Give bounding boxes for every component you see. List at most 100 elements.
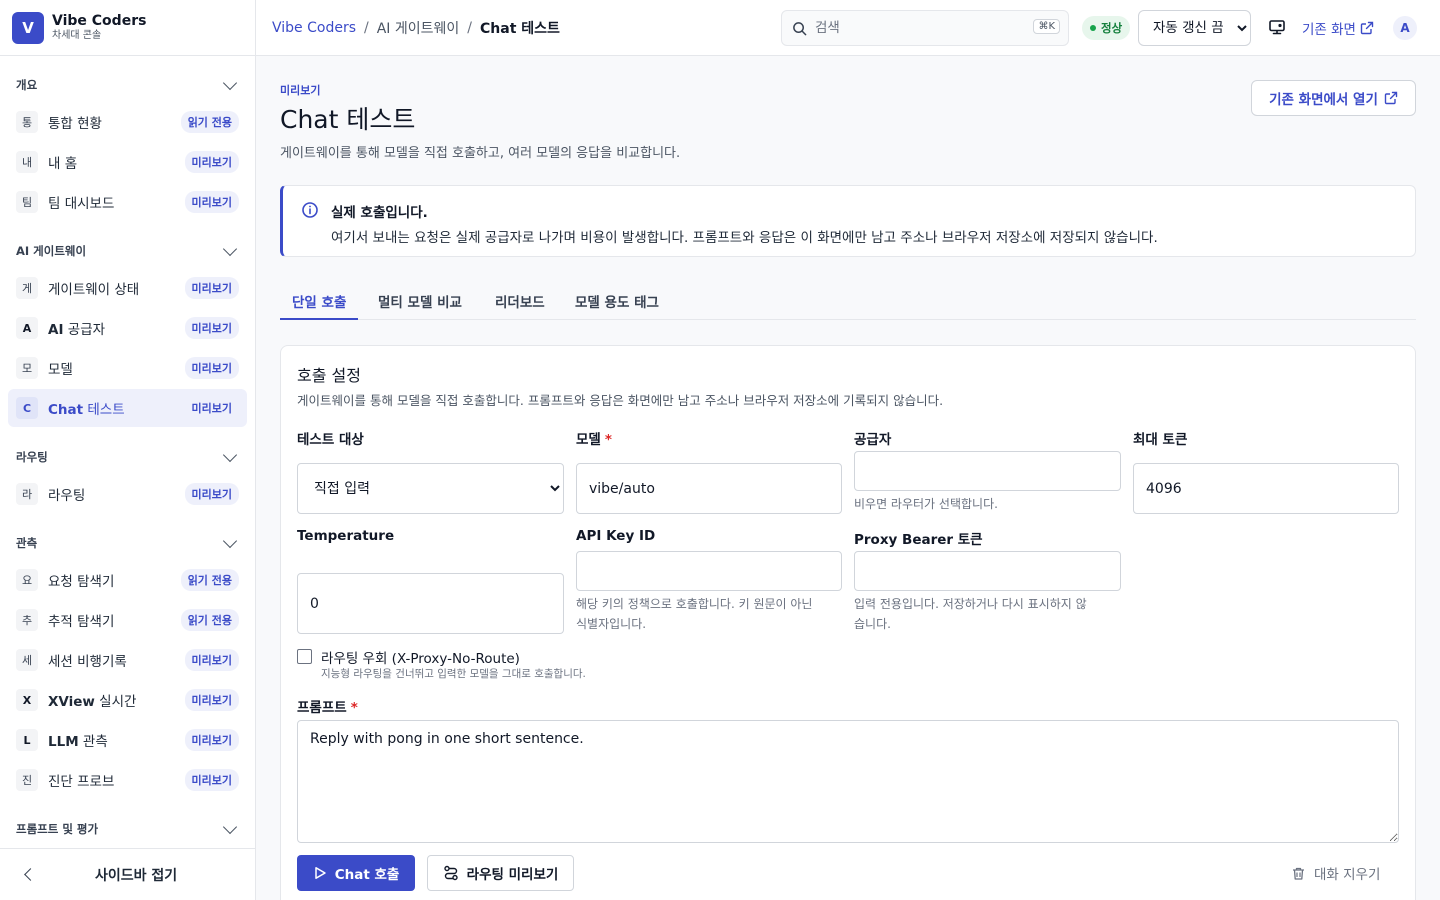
brand-name: Vibe Coders	[52, 13, 147, 29]
status-dot-icon	[1090, 25, 1096, 31]
breadcrumb-link-home[interactable]: Vibe Coders	[272, 20, 356, 36]
brand-subtitle: 차세대 콘솔	[52, 30, 102, 41]
sidebar-item-label: LLM 관측	[48, 734, 108, 750]
routing-preview-label: 라우팅 미리보기	[466, 867, 559, 883]
routing-preview-button[interactable]: 라우팅 미리보기	[427, 855, 574, 891]
auto-refresh-select[interactable]: 자동 갱신 끔	[1138, 10, 1251, 46]
sidebar-item-label: Chat 테스트	[48, 402, 125, 418]
sidebar-item-gateway-status[interactable]: 게 게이트웨이 상태 미리보기	[8, 269, 247, 307]
section-observability[interactable]: 관측	[8, 523, 247, 563]
play-icon	[314, 867, 326, 879]
collapse-sidebar-button[interactable]: 사이드바 접기	[0, 848, 255, 900]
section-title: 관측	[16, 536, 38, 550]
info-icon	[302, 202, 318, 218]
sidebar-item-models[interactable]: 모 모델 미리보기	[8, 349, 247, 387]
section-overview[interactable]: 개요	[8, 65, 247, 105]
search-box[interactable]: ⌘K	[781, 10, 1069, 46]
nav-letter-icon: 게	[16, 277, 38, 299]
clear-conversation-button[interactable]: 대화 지우기	[1291, 863, 1380, 883]
panel-title: 호출 설정	[297, 366, 361, 385]
status-text: 정상	[1101, 21, 1123, 35]
model-input[interactable]	[576, 463, 842, 514]
sidebar-item-overview[interactable]: 통 통합 현황 읽기 전용	[8, 103, 247, 141]
status-badge: 미리보기	[184, 151, 239, 173]
routing-bypass-label[interactable]: 라우팅 우회 (X-Proxy-No-Route)	[321, 647, 520, 667]
panel-description: 게이트웨이를 통해 모델을 직접 호출합니다. 프롬프트와 응답은 화면에만 남…	[297, 393, 944, 408]
sidebar-item-label: 진단 프로브	[48, 774, 115, 790]
nav-letter-icon: 세	[16, 649, 38, 671]
nav-letter-icon: 모	[16, 357, 38, 379]
sidebar-nav: 개요 통 통합 현황 읽기 전용 내 내 홈 미리보기 팀 팀 대시보드 미리보…	[0, 56, 255, 848]
tab-leaderboard[interactable]: 리더보드	[483, 284, 557, 320]
status-badge: 정상	[1082, 16, 1131, 40]
section-gateway[interactable]: AI 게이트웨이	[8, 231, 247, 271]
sidebar-item-xview-live[interactable]: X XView 실시간 미리보기	[8, 681, 247, 719]
external-link-icon	[1384, 91, 1398, 105]
prompt-label: 프롬프트 *	[297, 700, 358, 716]
chat-call-button[interactable]: Chat 호출	[297, 855, 415, 891]
tab-model-usage-tags[interactable]: 모델 용도 태그	[563, 284, 671, 320]
sidebar-item-llm-observability[interactable]: L LLM 관측 미리보기	[8, 721, 247, 759]
status-badge: 읽기 전용	[180, 569, 239, 591]
status-badge: 미리보기	[184, 689, 239, 711]
section-prompts[interactable]: 프롬프트 및 평가	[8, 809, 247, 848]
routing-bypass-checkbox[interactable]	[297, 649, 312, 664]
nav-letter-icon: 통	[16, 111, 38, 133]
search-input[interactable]	[815, 20, 1025, 36]
legacy-view-link[interactable]: 기존 화면	[1302, 18, 1374, 38]
nav-letter-icon: 추	[16, 609, 38, 631]
sidebar-item-diagnostic-probe[interactable]: 진 진단 프로브 미리보기	[8, 761, 247, 799]
max-tokens-input[interactable]	[1133, 463, 1399, 514]
brand[interactable]: V Vibe Coders 차세대 콘솔	[0, 0, 255, 56]
sidebar-item-trace-explorer[interactable]: 추 추적 탐색기 읽기 전용	[8, 601, 247, 639]
tab-single-call[interactable]: 단일 호출	[280, 284, 359, 320]
section-title: 개요	[16, 78, 38, 92]
model-label: 모델 *	[576, 432, 612, 448]
warning-alert: 실제 호출입니다. 여기서 보내는 요청은 실제 공급자로 나가며 비용이 발생…	[280, 185, 1416, 257]
api-key-label: API Key ID	[576, 528, 656, 544]
chevron-down-icon	[222, 533, 238, 549]
sidebar-item-session-recorder[interactable]: 세 세션 비행기록 미리보기	[8, 641, 247, 679]
status-badge: 미리보기	[184, 191, 239, 213]
chevron-down-icon	[222, 819, 238, 835]
nav-letter-icon: 라	[16, 483, 38, 505]
status-badge: 미리보기	[184, 483, 239, 505]
tab-multi-model-compare[interactable]: 멀티 모델 비교	[366, 284, 474, 320]
sidebar-item-request-explorer[interactable]: 요 요청 탐색기 읽기 전용	[8, 561, 247, 599]
alert-body: 여기서 보내는 요청은 실제 공급자로 나가며 비용이 발생합니다. 프롬프트와…	[331, 230, 1158, 246]
chevron-down-icon	[222, 241, 238, 257]
temperature-input[interactable]	[297, 573, 564, 634]
sidebar-item-label: 게이트웨이 상태	[48, 282, 140, 298]
prompt-textarea[interactable]: Reply with pong in one short sentence.	[297, 720, 1399, 843]
sidebar-item-label: XView 실시간	[48, 694, 137, 710]
theme-monitor-button[interactable]	[1266, 16, 1288, 38]
status-badge: 읽기 전용	[180, 609, 239, 631]
breadcrumb-link-gateway[interactable]: AI 게이트웨이	[377, 18, 460, 38]
sidebar-item-ai-providers[interactable]: A AI 공급자 미리보기	[8, 309, 247, 347]
avatar[interactable]: A	[1393, 16, 1417, 40]
sidebar-item-routing[interactable]: 라 라우팅 미리보기	[8, 475, 247, 513]
chat-call-label: Chat 호출	[334, 867, 400, 883]
route-icon	[443, 865, 458, 881]
section-title: AI 게이트웨이	[16, 244, 87, 258]
brand-logo: V	[12, 11, 44, 44]
sidebar-item-team-dashboard[interactable]: 팀 팀 대시보드 미리보기	[8, 183, 247, 221]
open-legacy-button[interactable]: 기존 화면에서 열기	[1251, 80, 1416, 116]
sidebar-item-label: 라우팅	[48, 488, 86, 504]
sidebar-item-my-home[interactable]: 내 내 홈 미리보기	[8, 143, 247, 181]
breadcrumb-separator: /	[467, 20, 472, 36]
test-target-select[interactable]: 직접 입력	[297, 463, 564, 514]
sidebar-item-chat-test[interactable]: C Chat 테스트 미리보기	[8, 389, 247, 427]
provider-input[interactable]	[854, 451, 1121, 491]
api-key-input[interactable]	[576, 551, 842, 591]
required-mark: *	[350, 700, 358, 716]
status-badge: 미리보기	[184, 769, 239, 791]
chevron-down-icon	[222, 447, 238, 463]
nav-letter-icon: 진	[16, 769, 38, 791]
proxy-token-input[interactable]	[854, 551, 1121, 591]
chevron-down-icon	[222, 75, 238, 91]
collapse-sidebar-label: 사이드바 접기	[95, 867, 178, 884]
status-badge: 미리보기	[184, 317, 239, 339]
section-routing[interactable]: 라우팅	[8, 437, 247, 477]
legacy-view-label: 기존 화면	[1302, 22, 1356, 38]
